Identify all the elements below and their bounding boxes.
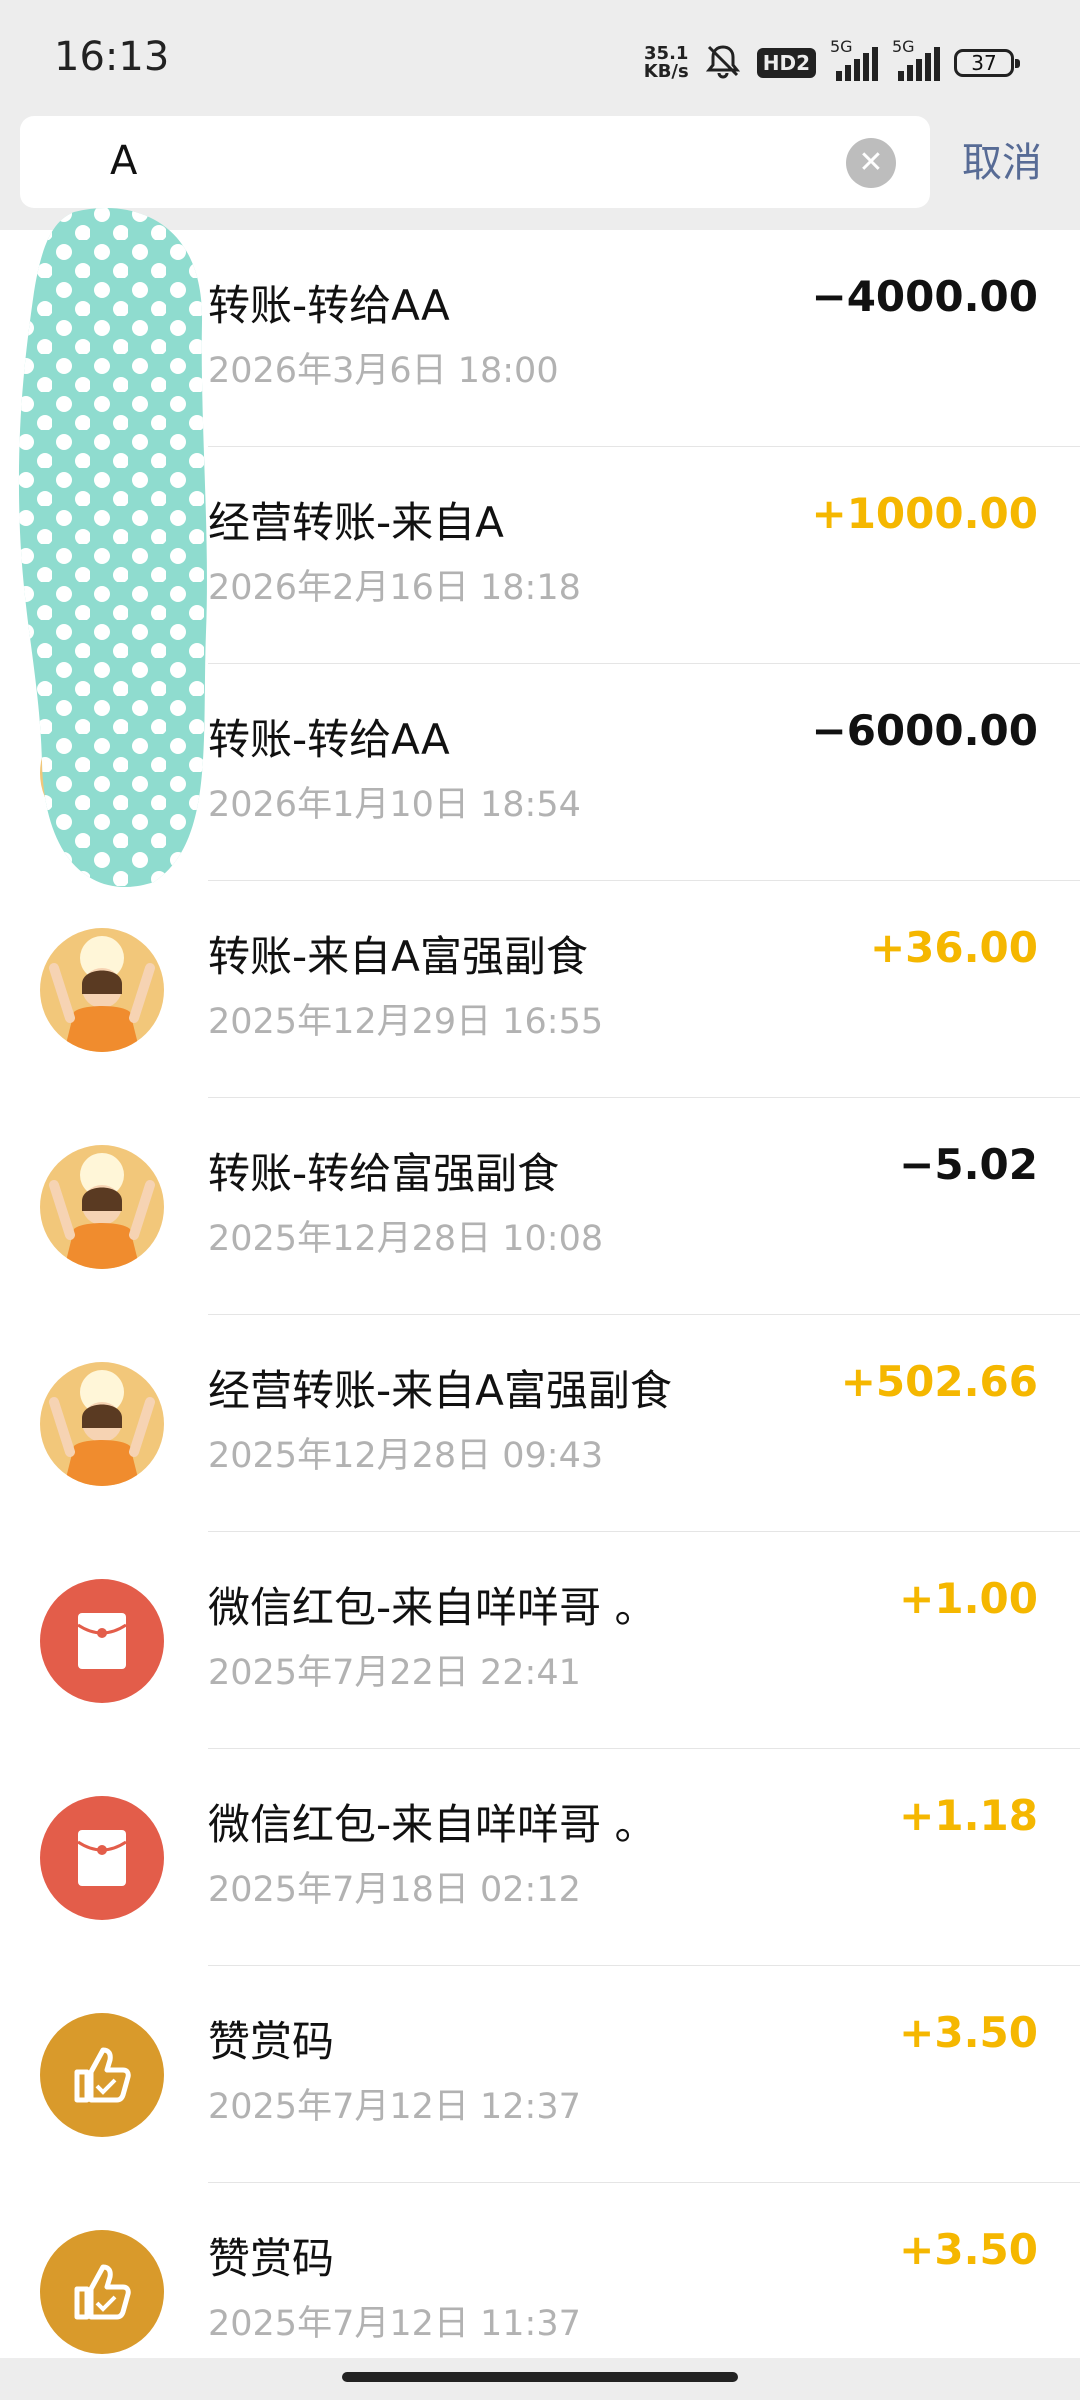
privacy-redaction-blob — [18, 207, 207, 887]
transaction-title: 微信红包-来自咩咩哥 。 — [208, 1583, 657, 1632]
transaction-row[interactable]: 微信红包-来自咩咩哥 。 2025年7月22日 22:41 +1.00 — [0, 1532, 1080, 1749]
mute-icon — [703, 41, 743, 85]
transaction-amount: −6000.00 — [811, 706, 1039, 755]
person-avatar — [40, 928, 164, 1052]
transaction-row[interactable]: 经营转账-来自A富强副食 2025年12月28日 09:43 +502.66 — [0, 1315, 1080, 1532]
thumbs-up-icon — [40, 2013, 164, 2137]
transaction-date: 2025年12月29日 16:55 — [208, 1002, 604, 1042]
transaction-title: 经营转账-来自A — [208, 498, 504, 547]
navigation-bar — [0, 2358, 1080, 2400]
red-packet-icon — [40, 1796, 164, 1920]
transaction-title: 转账-转给AA — [208, 281, 450, 330]
transaction-title: 转账-转给富强副食 — [208, 1149, 560, 1198]
signal-icon: 5G — [830, 37, 878, 81]
thumbs-up-icon — [40, 2230, 164, 2354]
transaction-row[interactable]: 转账-来自A富强副食 2025年12月29日 16:55 +36.00 — [0, 881, 1080, 1098]
transaction-amount: −4000.00 — [811, 272, 1039, 321]
transaction-date: 2025年7月18日 02:12 — [208, 1870, 581, 1910]
transaction-title: 赞赏码 — [208, 2234, 335, 2283]
status-bar: 16:13 35.1 KB/s HD2 5G 5G 37 — [0, 0, 1080, 112]
transaction-amount: +502.66 — [840, 1357, 1038, 1406]
transaction-amount: +1.00 — [899, 1574, 1038, 1623]
battery-icon: 37 — [954, 49, 1020, 77]
transaction-amount: +1000.00 — [811, 489, 1039, 538]
network-speed-unit: KB/s — [643, 61, 689, 82]
clear-search-icon[interactable]: ✕ — [846, 138, 896, 188]
transaction-amount: +3.50 — [899, 2225, 1038, 2274]
transaction-amount: −5.02 — [899, 1140, 1038, 1189]
status-time: 16:13 — [54, 34, 170, 80]
transaction-title: 转账-来自A富强副食 — [208, 932, 588, 981]
transaction-amount: +36.00 — [869, 923, 1038, 972]
transaction-row[interactable]: 赞赏码 2025年7月12日 11:37 +3.50 — [0, 2183, 1080, 2358]
transaction-amount: +1.18 — [899, 1791, 1038, 1840]
transaction-date: 2025年7月12日 11:37 — [208, 2304, 581, 2344]
transaction-title: 微信红包-来自咩咩哥 。 — [208, 1800, 657, 1849]
transaction-row[interactable]: 微信红包-来自咩咩哥 。 2025年7月18日 02:12 +1.18 — [0, 1749, 1080, 1966]
transaction-date: 2026年1月10日 18:54 — [208, 785, 581, 825]
transaction-amount: +3.50 — [899, 2008, 1038, 2057]
home-indicator[interactable] — [342, 2372, 738, 2382]
search-query: A — [110, 138, 138, 184]
person-avatar — [40, 1145, 164, 1269]
transaction-title: 转账-转给AA — [208, 715, 450, 764]
transaction-title: 经营转账-来自A富强副食 — [208, 1366, 672, 1415]
transaction-date: 2025年7月22日 22:41 — [208, 1653, 581, 1693]
battery-level: 37 — [971, 51, 997, 75]
hd-badge: HD2 — [756, 48, 816, 78]
transaction-row[interactable]: 赞赏码 2025年7月12日 12:37 +3.50 — [0, 1966, 1080, 2183]
status-icons: 35.1 KB/s HD2 5G 5G 37 — [644, 37, 1020, 86]
cancel-button[interactable]: 取消 — [962, 130, 1042, 188]
signal-icon-2: 5G — [892, 37, 940, 81]
transaction-date: 2025年12月28日 10:08 — [208, 1219, 604, 1259]
transaction-date: 2026年3月6日 18:00 — [208, 351, 559, 391]
person-avatar — [40, 1362, 164, 1486]
transaction-row[interactable]: 转账-转给富强副食 2025年12月28日 10:08 −5.02 — [0, 1098, 1080, 1315]
transaction-title: 赞赏码 — [208, 2017, 335, 2066]
transaction-date: 2025年12月28日 09:43 — [208, 1436, 604, 1476]
network-speed: 35.1 KB/s — [644, 45, 689, 81]
search-input[interactable]: A ✕ — [20, 116, 930, 208]
transaction-date: 2026年2月16日 18:18 — [208, 568, 581, 608]
transaction-date: 2025年7月12日 12:37 — [208, 2087, 581, 2127]
red-packet-icon — [40, 1579, 164, 1703]
